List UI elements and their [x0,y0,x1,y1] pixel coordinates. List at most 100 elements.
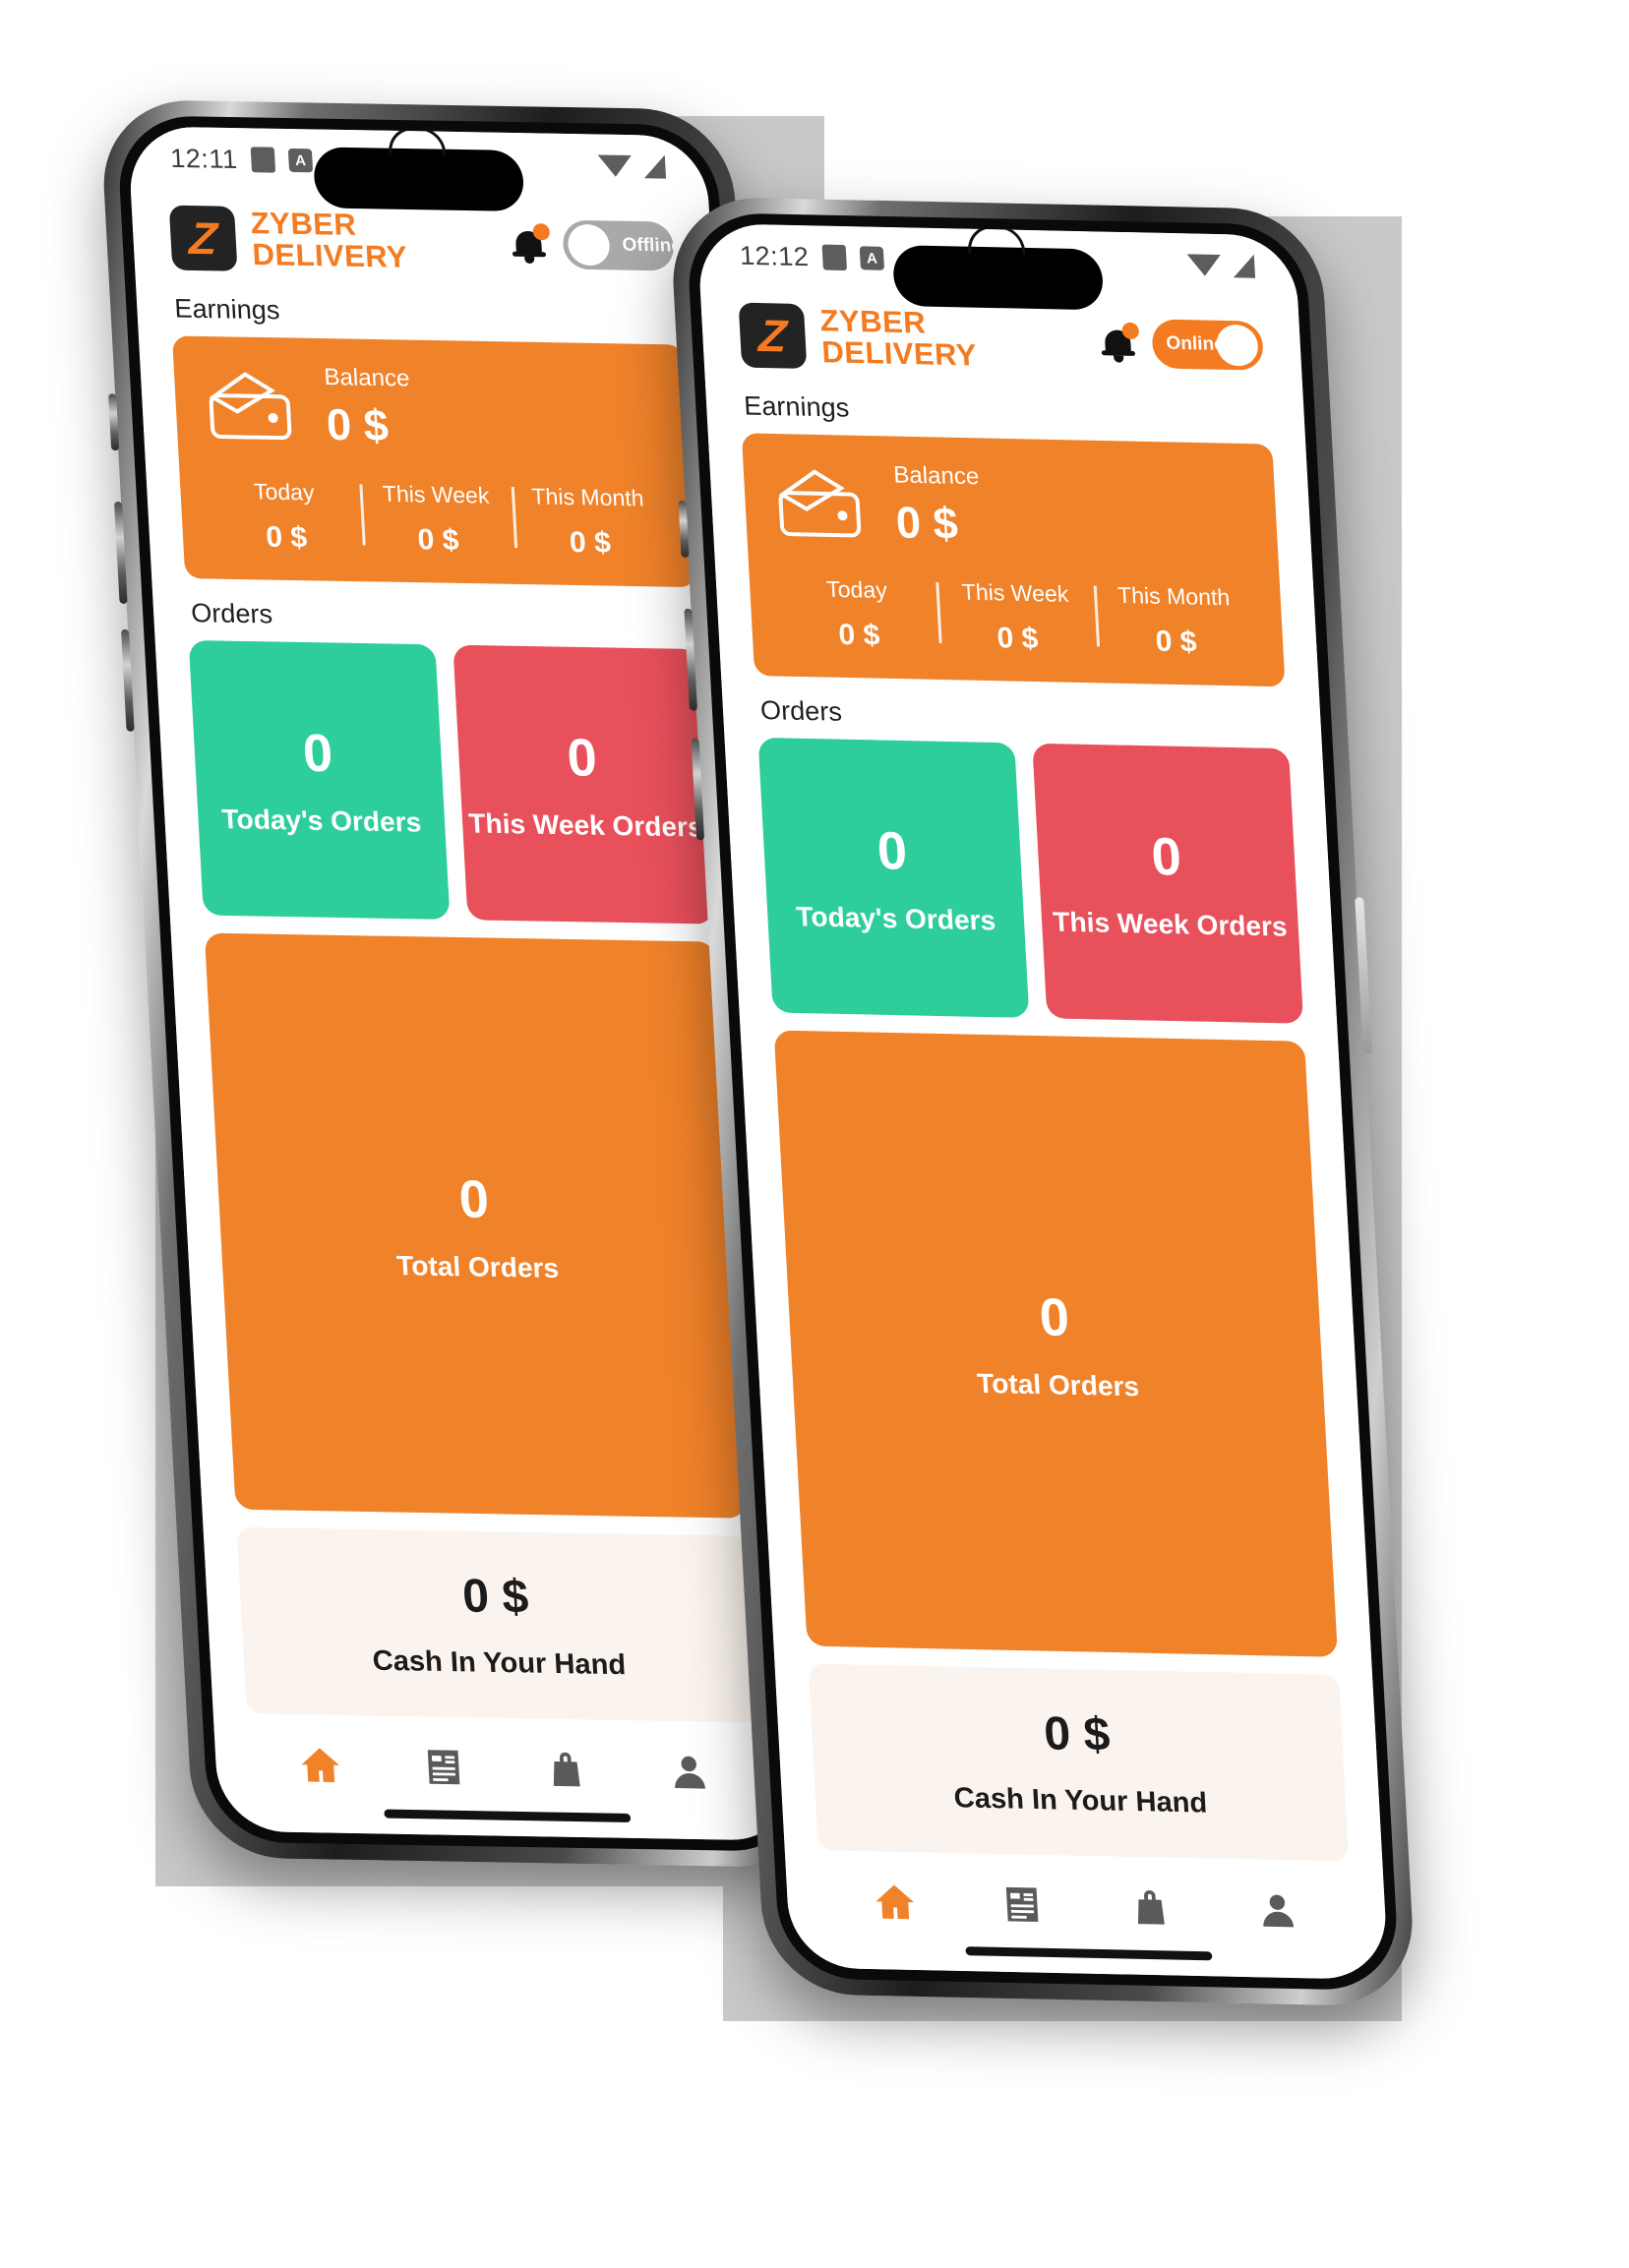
person-icon [674,1756,705,1789]
volume-down-button[interactable] [121,628,135,732]
logo-z-glyph: Z [188,212,219,265]
this-week-orders-tile[interactable]: 0 This Week Orders [1032,743,1304,1024]
cash-value: 0 $ [1042,1707,1112,1761]
screenshot-stage: 12:11 A Z ZYBER DELIVERY Offline Earning… [0,0,1629,2268]
alarm-icon: A [859,246,885,270]
cash-label: Cash In Your Hand [371,1644,627,1682]
volume-up-button[interactable] [113,501,128,604]
home-icon [875,1884,914,1920]
alarm-icon: A [287,148,314,173]
cash-label: Cash In Your Hand [952,1782,1209,1820]
list-icon [1006,1886,1039,1922]
back-status-right [597,153,667,179]
front-phone-screen: 12:12 A Z ZYBER DELIVERY Online Earnings… [696,222,1389,1981]
earnings-section-title: Earnings [173,293,281,326]
stat-value: 0 $ [996,622,1040,656]
list-icon [427,1750,460,1785]
home-icon [301,1748,340,1783]
earnings-card: Balance 0 $ Today 0 $ This Week 0 $ This… [741,433,1286,687]
earnings-balance-block: Balance 0 $ [324,364,414,451]
front-header-actions: Online [1100,318,1265,371]
app-logo-icon: Z [738,302,808,369]
online-status-toggle[interactable]: Offline [562,219,683,271]
nav-profile[interactable] [627,1748,752,1795]
tile-label: This Week Orders [467,807,704,843]
tile-value: 0 [1038,1286,1071,1347]
notification-bell-icon[interactable] [511,223,551,265]
total-orders-tile[interactable]: 0 Total Orders [773,1030,1338,1657]
front-bottom-nav [785,1850,1389,1981]
dynamic-island [312,147,525,212]
this-week-orders-tile[interactable]: 0 This Week Orders [452,644,715,925]
toggle-knob [1215,324,1259,367]
toggle-knob [567,223,611,267]
balance-label: Balance [892,461,981,491]
tile-value: 0 [875,821,909,881]
bag-icon [554,1752,580,1787]
notification-badge [1121,322,1140,340]
earnings-stat-week: This Week 0 $ [359,480,515,559]
nav-shop[interactable] [1085,1883,1215,1932]
nav-orders[interactable] [957,1880,1087,1929]
back-status-left: 12:11 A [169,143,314,175]
stat-label: Today [825,575,888,604]
tile-label: Today's Orders [220,804,423,838]
back-bottom-nav [213,1713,798,1841]
balance-label: Balance [323,364,411,392]
nav-orders[interactable] [381,1744,506,1791]
todays-orders-tile[interactable]: 0 Today's Orders [188,639,451,920]
nav-shop[interactable] [504,1746,629,1793]
earnings-stats-row: Today 0 $ This Week 0 $ This Month 0 $ [208,478,667,562]
tile-value: 0 [301,723,334,784]
back-header-actions: Offline [511,219,683,271]
todays-orders-tile[interactable]: 0 Today's Orders [757,737,1030,1018]
brand-name: ZYBER DELIVERY [250,207,409,274]
tile-value: 0 [566,728,599,788]
orders-tile-row: 0 Today's Orders 0 This Week Orders [757,737,1304,1024]
tile-label: Today's Orders [795,901,996,936]
logo-z-glyph: Z [757,310,788,362]
stat-label: This Month [1116,581,1231,611]
notification-bell-icon[interactable] [1100,322,1140,363]
nav-home[interactable] [258,1742,383,1789]
orders-section-title: Orders [759,695,843,727]
back-status-bar: 12:11 A [127,126,708,212]
earnings-stat-today: Today 0 $ [777,575,939,654]
stat-value: 0 $ [416,523,460,558]
stat-label: This Week [382,480,491,508]
battery-icon [821,244,848,271]
nav-profile[interactable] [1213,1886,1343,1935]
nav-home[interactable] [829,1878,959,1926]
front-status-right [1186,253,1256,278]
signal-icon [1232,254,1256,278]
wifi-icon [1186,254,1222,277]
balance-value: 0 $ [894,497,960,549]
notification-badge [532,223,551,241]
earnings-stat-month: This Month 0 $ [512,483,668,562]
person-icon [1263,1894,1295,1928]
cash-value: 0 $ [460,1570,530,1624]
online-toggle-label: Offline [622,234,683,257]
tile-value: 0 [457,1168,491,1229]
earnings-section-title: Earnings [743,390,850,423]
battery-icon [250,147,276,173]
brand-name: ZYBER DELIVERY [819,304,978,373]
total-orders-tile[interactable]: 0 Total Orders [204,932,747,1519]
cash-in-hand-card: 0 $ Cash In Your Hand [808,1663,1350,1862]
tile-label: Total Orders [976,1367,1140,1402]
stat-label: This Week [961,578,1069,607]
online-status-toggle[interactable]: Online [1151,319,1265,371]
brand-line-2: DELIVERY [820,334,978,373]
dynamic-island [891,245,1105,311]
status-time: 12:11 [169,143,239,174]
front-phone: 12:12 A Z ZYBER DELIVERY Online Earnings… [668,196,1418,2007]
earnings-card: Balance 0 $ Today 0 $ This Week 0 $ This… [171,335,696,588]
mute-switch[interactable] [108,393,120,451]
front-phone-bezel: 12:12 A Z ZYBER DELIVERY Online Earnings… [685,211,1401,1992]
brand-line-2: DELIVERY [251,237,409,274]
front-status-left: 12:12 A [739,240,885,273]
stat-label: This Month [530,483,645,511]
balance-value: 0 $ [325,398,391,451]
status-time: 12:12 [739,240,811,271]
earnings-stat-month: This Month 0 $ [1094,581,1256,660]
